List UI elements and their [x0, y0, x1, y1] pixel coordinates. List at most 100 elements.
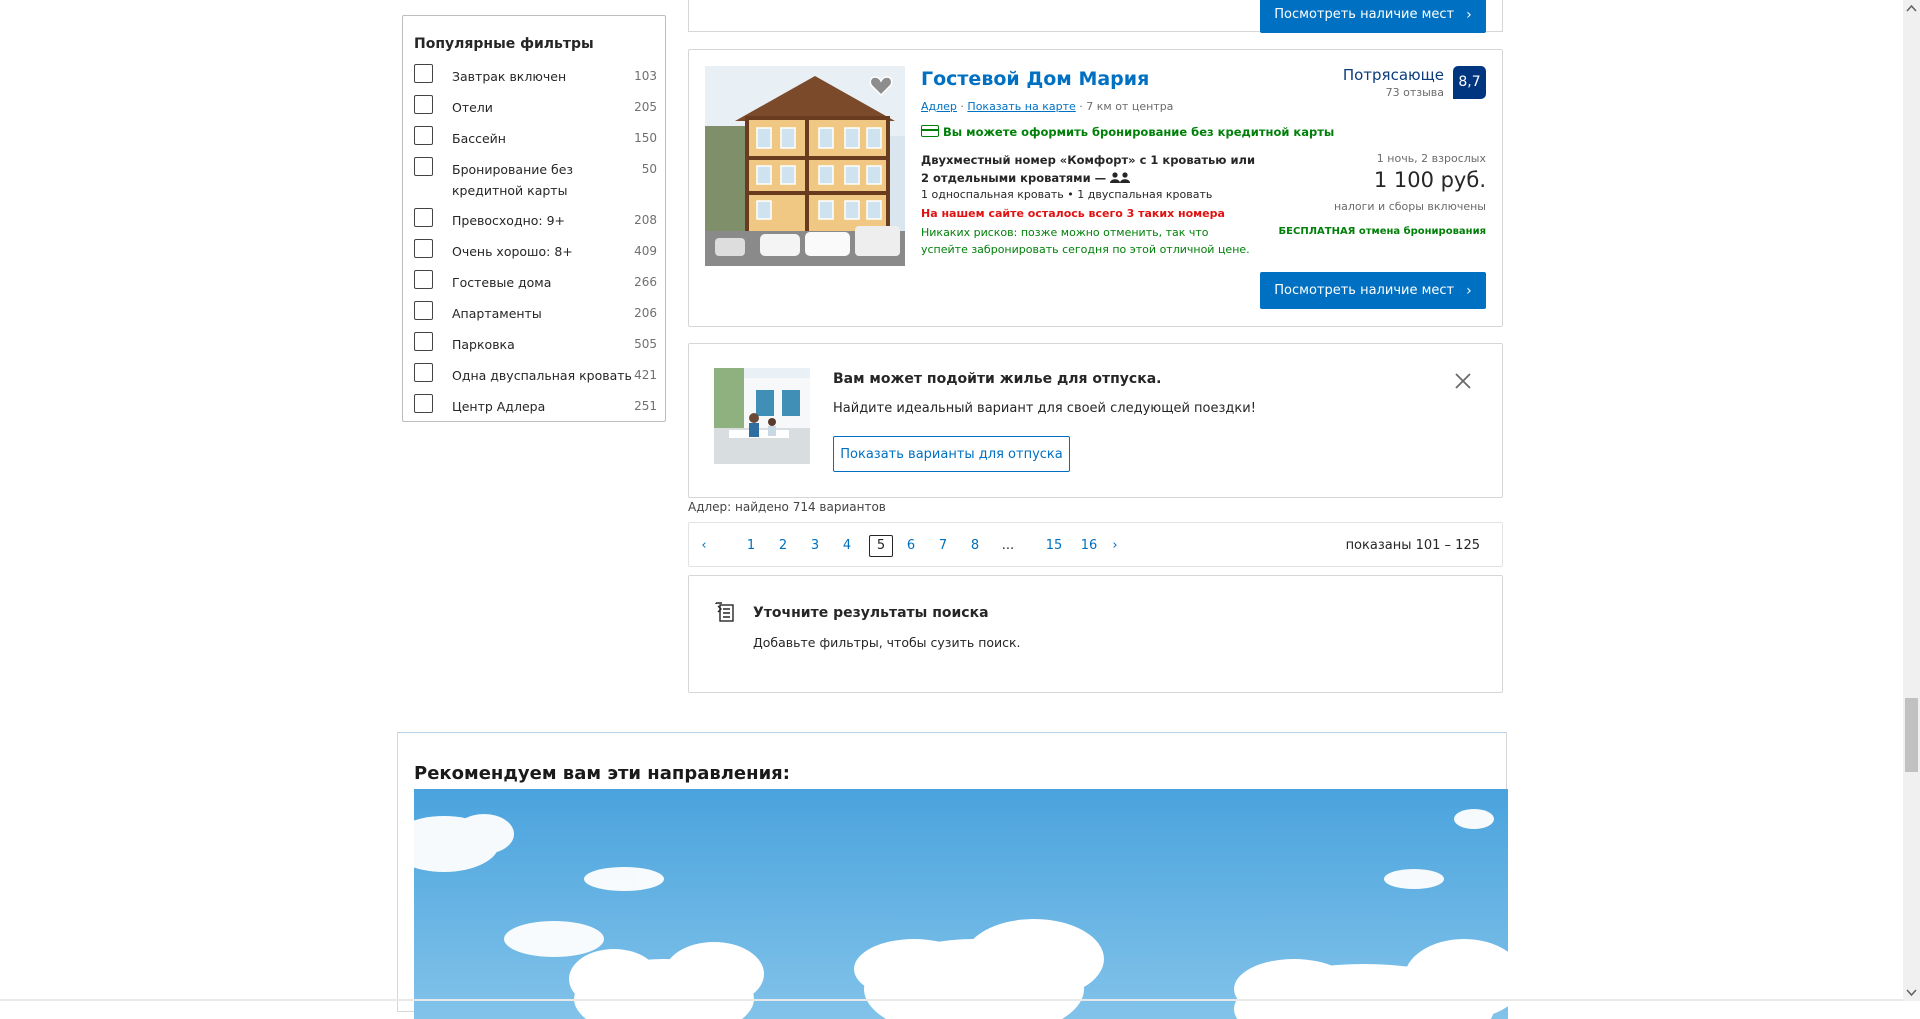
filter-count: 150	[634, 131, 657, 145]
page-scrollbar[interactable]	[1903, 0, 1920, 1001]
filter-count: 251	[634, 399, 657, 413]
results-count: Адлер: найдено 714 вариантов	[688, 500, 886, 514]
city-link[interactable]: Адлер	[921, 100, 957, 113]
page-link[interactable]: 3	[805, 523, 825, 568]
see-availability-button[interactable]: Посмотреть наличие мест ›	[1260, 272, 1486, 309]
page-link[interactable]: 1	[741, 523, 761, 568]
filter-item-very-good[interactable]: Очень хорошо: 8+ 409	[414, 239, 657, 267]
guest-house-photo	[705, 66, 905, 266]
filter-label: Гостевые дома	[452, 275, 552, 290]
previous-property-card: Посмотреть наличие мест ›	[688, 0, 1503, 33]
filter-label: Апартаменты	[452, 306, 542, 321]
page-link[interactable]: 6	[901, 523, 921, 568]
room-type: Двухместный номер «Комфорт» с 1 кроватью…	[921, 151, 1261, 187]
banner-title: Вам может подойти жилье для отпуска.	[833, 371, 1162, 387]
no-risk-note: Никаких рисков: позже можно отменить, та…	[921, 226, 1250, 256]
review-score-badge[interactable]: 8,7	[1453, 66, 1486, 99]
filter-checkbox[interactable]	[414, 363, 433, 382]
filter-label: Одна двуспальная кровать	[452, 368, 632, 383]
filter-list-icon	[715, 602, 734, 622]
credit-card-icon	[921, 125, 939, 137]
review-score-word[interactable]: Потрясающе	[1343, 66, 1444, 84]
see-availability-button[interactable]: Посмотреть наличие мест ›	[1260, 0, 1486, 33]
filter-item-double-bed[interactable]: Одна двуспальная кровать 421	[414, 363, 657, 391]
property-location: Адлер · Показать на карте · 7 км от цент…	[921, 100, 1173, 113]
filter-item-pool[interactable]: Бассейн 150	[414, 126, 657, 154]
prev-page-icon[interactable]: ‹	[697, 523, 711, 568]
filter-label: Центр Адлера	[452, 399, 546, 414]
review-count[interactable]: 73 отзыва	[1386, 86, 1444, 99]
scroll-down-arrow-icon[interactable]	[1903, 984, 1920, 1001]
filter-checkbox[interactable]	[414, 239, 433, 258]
show-vacation-rentals-button[interactable]: Показать варианты для отпуска	[833, 436, 1070, 472]
filter-label: Бронирование без кредитной карты	[452, 162, 574, 198]
button-label: Посмотреть наличие мест	[1274, 7, 1455, 22]
filter-count: 505	[634, 337, 657, 351]
property-card: Гостевой Дом Мария Адлер · Показать на к…	[688, 49, 1503, 327]
filter-checkbox[interactable]	[414, 394, 433, 413]
destination-image[interactable]	[414, 789, 1508, 1019]
next-page-icon[interactable]: ›	[1108, 523, 1122, 568]
page-link[interactable]: 8	[965, 523, 985, 568]
filter-checkbox[interactable]	[414, 126, 433, 145]
filter-checkbox[interactable]	[414, 332, 433, 351]
filter-item-breakfast[interactable]: Завтрак включен 103	[414, 64, 657, 92]
filter-checkbox[interactable]	[414, 64, 433, 83]
filter-item-adler-center[interactable]: Центр Адлера 251	[414, 394, 657, 422]
filter-count: 103	[634, 69, 657, 83]
room-dash: —	[1094, 171, 1107, 185]
close-icon[interactable]	[1454, 372, 1472, 390]
page-link[interactable]: 4	[837, 523, 857, 568]
filters-heading: Популярные фильтры	[414, 36, 594, 52]
price: 1 100 руб.	[1373, 168, 1486, 192]
filter-checkbox[interactable]	[414, 208, 433, 227]
filter-label: Бассейн	[452, 131, 506, 146]
filter-item-superb[interactable]: Превосходно: 9+ 208	[414, 208, 657, 236]
filter-count: 421	[634, 368, 657, 382]
filter-item-parking[interactable]: Парковка 505	[414, 332, 657, 360]
vacation-rentals-banner: Вам может подойти жилье для отпуска. Най…	[688, 343, 1503, 498]
filter-checkbox[interactable]	[414, 301, 433, 320]
rooms-left-warning: На нашем сайте осталось всего 3 таких но…	[921, 207, 1225, 220]
page-link[interactable]: 2	[773, 523, 793, 568]
page-link[interactable]: 15	[1043, 523, 1065, 568]
property-photo[interactable]	[705, 66, 905, 266]
filter-item-no-card[interactable]: Бронирование без кредитной карты 50	[414, 157, 657, 203]
stay-summary: 1 ночь, 2 взрослых	[1376, 152, 1486, 165]
filter-item-guest-houses[interactable]: Гостевые дома 266	[414, 270, 657, 298]
distance-text: 7 км от центра	[1086, 100, 1174, 113]
filter-count: 50	[641, 162, 657, 176]
filter-count: 205	[634, 100, 657, 114]
button-label: Посмотреть наличие мест	[1274, 283, 1455, 298]
property-title-link[interactable]: Гостевой Дом Мария	[921, 68, 1149, 90]
filter-count: 206	[634, 306, 657, 320]
filter-label: Парковка	[452, 337, 515, 352]
page-link[interactable]: 7	[933, 523, 953, 568]
filter-checkbox[interactable]	[414, 270, 433, 289]
filter-checkbox[interactable]	[414, 157, 433, 176]
chevron-right-icon: ›	[1466, 6, 1472, 23]
recommendations-heading: Рекомендуем вам эти направления:	[414, 763, 790, 784]
free-cancellation-badge: БЕСПЛАТНАЯ отмена бронирования	[1278, 226, 1486, 237]
results-range: показаны 101 – 125	[1345, 538, 1480, 553]
recommended-destinations: Рекомендуем вам эти направления:	[397, 732, 1508, 1019]
page-ellipsis: ...	[1001, 538, 1015, 553]
two-guests-icon	[1110, 172, 1131, 183]
heart-icon[interactable]	[869, 74, 893, 96]
filter-label: Отели	[452, 100, 493, 115]
page-link[interactable]: 16	[1078, 523, 1100, 568]
scrollbar-thumb[interactable]	[1905, 698, 1918, 772]
filter-checkbox[interactable]	[414, 95, 433, 114]
scroll-up-arrow-icon[interactable]	[1903, 0, 1920, 17]
vacation-thumbnail	[714, 368, 810, 464]
pagination: ‹ 1 2 3 4 5 6 7 8 ... 15 16 › показаны 1…	[688, 522, 1503, 567]
filter-count: 208	[634, 213, 657, 227]
filter-item-apartments[interactable]: Апартаменты 206	[414, 301, 657, 329]
popular-filters-panel: Популярные фильтры Завтрак включен 103 О…	[402, 15, 666, 422]
show-on-map-link[interactable]: Показать на карте	[967, 100, 1075, 113]
no-credit-card-text: Вы можете оформить бронирование без кред…	[943, 125, 1335, 139]
refine-search-box: Уточните результаты поиска Добавьте филь…	[688, 575, 1503, 693]
vacation-photo	[714, 368, 810, 464]
refine-subtitle: Добавьте фильтры, чтобы сузить поиск.	[753, 635, 1021, 650]
filter-item-hotels[interactable]: Отели 205	[414, 95, 657, 123]
